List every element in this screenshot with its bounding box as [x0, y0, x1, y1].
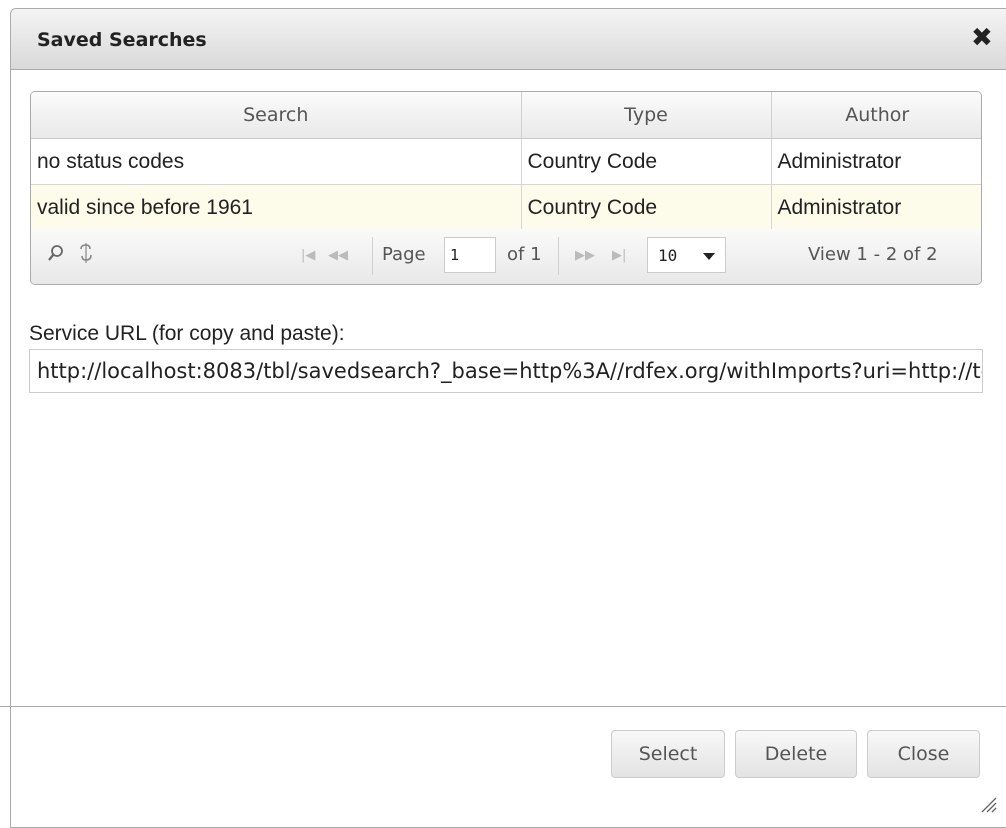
cell-search[interactable]: no status codes	[31, 138, 522, 185]
refresh-icon[interactable]	[77, 242, 95, 269]
page-count: of 1	[507, 244, 542, 265]
column-header-author[interactable]: Author	[771, 92, 981, 139]
table-row[interactable]: valid since before 1961 Country Code Adm…	[31, 184, 981, 231]
dialog-titlebar[interactable]: Saved Searches ✖	[11, 9, 1006, 70]
close-button[interactable]: Close	[867, 730, 980, 778]
pager-divider	[372, 237, 373, 275]
column-header-type[interactable]: Type	[521, 92, 772, 139]
service-url-field[interactable]: http://localhost:8083/tbl/savedsearch?_b…	[29, 349, 983, 393]
cell-author[interactable]: Administrator	[771, 138, 981, 185]
page-number-input[interactable]: 1	[444, 237, 496, 273]
column-header-search[interactable]: Search	[31, 92, 522, 139]
delete-button[interactable]: Delete	[735, 730, 857, 778]
view-records-info: View 1 - 2 of 2	[808, 244, 938, 265]
resize-handle-icon[interactable]	[974, 790, 998, 814]
select-button[interactable]: Select	[611, 730, 725, 778]
page-label: Page	[382, 244, 426, 265]
cell-type[interactable]: Country Code	[521, 184, 772, 231]
first-page-icon[interactable]: |◀	[301, 248, 315, 263]
chevron-down-icon	[703, 253, 715, 260]
table-row[interactable]: no status codes Country Code Administrat…	[31, 138, 981, 185]
close-icon[interactable]: ✖	[971, 25, 993, 51]
next-page-icon[interactable]: ▶▶	[575, 248, 595, 263]
rows-per-page-value: 10	[658, 246, 678, 265]
cell-search[interactable]: valid since before 1961	[31, 184, 522, 231]
search-icon[interactable]	[47, 243, 65, 268]
last-page-icon[interactable]: ▶|	[612, 248, 626, 263]
cell-author[interactable]: Administrator	[771, 184, 981, 231]
saved-searches-table: Search Type Author no status codes Count…	[31, 92, 981, 231]
saved-searches-grid: Search Type Author no status codes Count…	[30, 91, 982, 285]
service-url-label: Service URL (for copy and paste):	[29, 322, 345, 345]
cell-type[interactable]: Country Code	[521, 138, 772, 185]
rows-per-page-select[interactable]: 10	[647, 237, 726, 273]
pager-divider	[558, 237, 559, 275]
prev-page-icon[interactable]: ◀◀	[328, 248, 348, 263]
dialog-title: Saved Searches	[37, 29, 207, 51]
footer-divider	[0, 706, 1006, 707]
grid-pager: |◀ ◀◀ Page 1 of 1 ▶▶ ▶| 10 View 1 - 2 of…	[31, 229, 981, 284]
